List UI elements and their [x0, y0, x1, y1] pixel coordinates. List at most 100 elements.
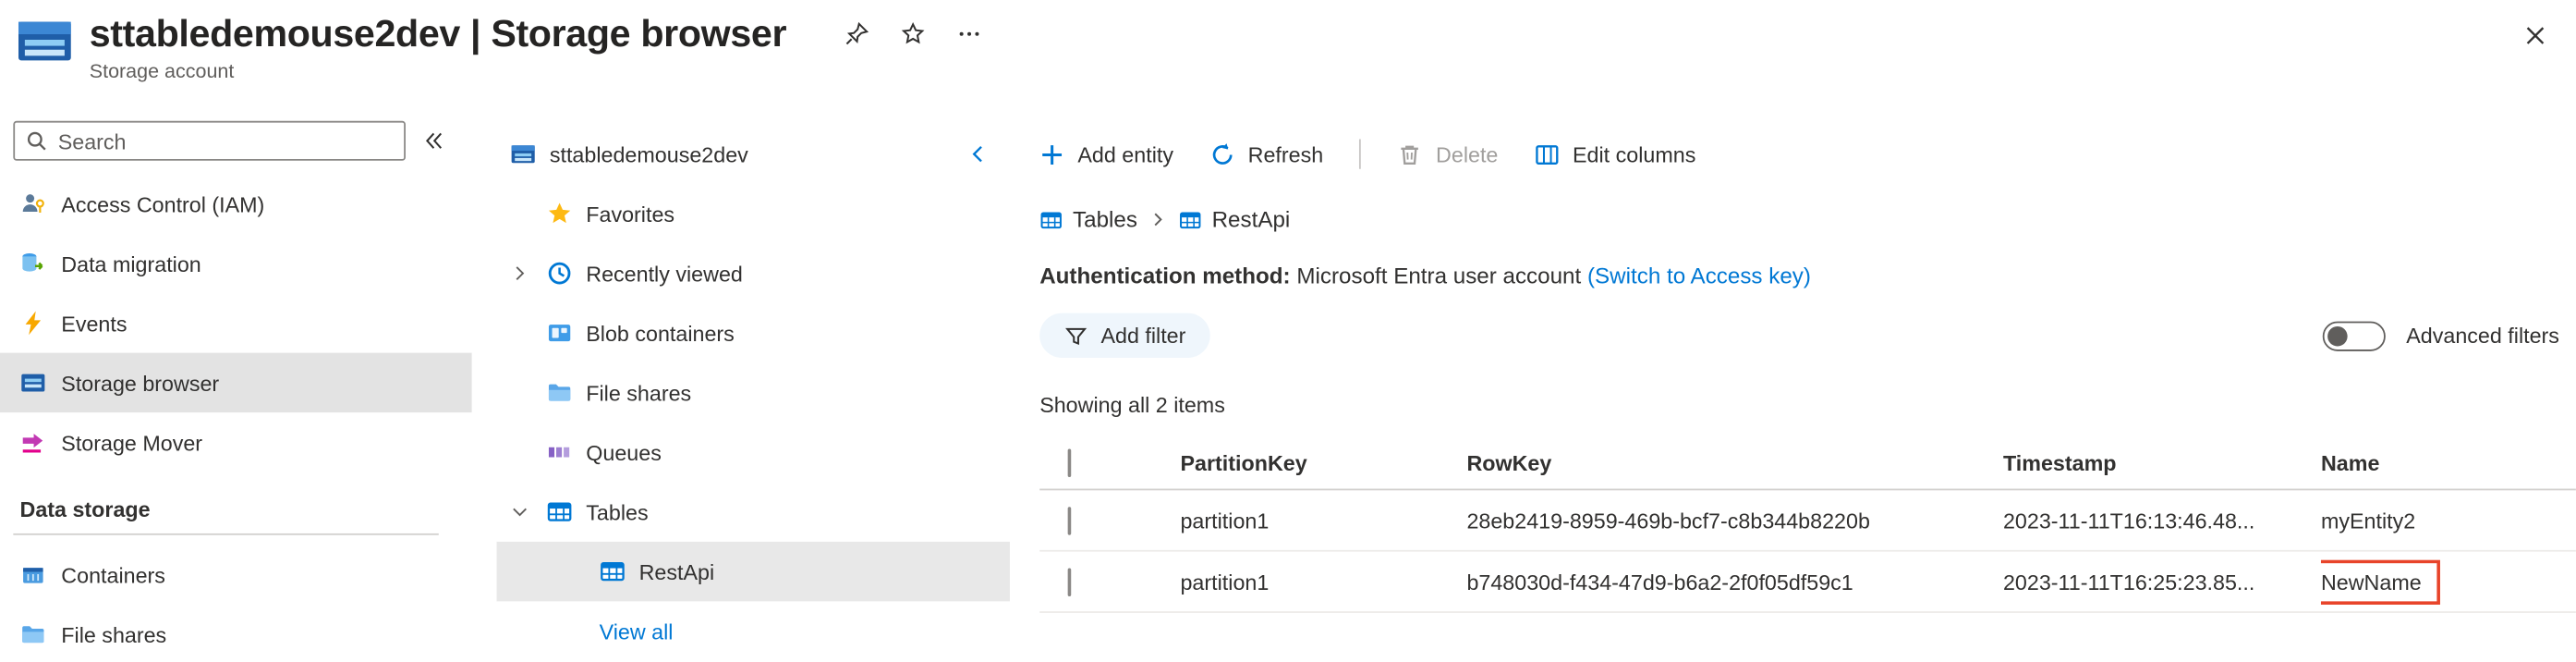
storage-browser-window: sttabledemouse2dev | Storage browser Sto… — [0, 0, 2576, 662]
recently-viewed-clock-icon — [546, 260, 573, 287]
tables-icon — [546, 498, 573, 525]
column-header-partitionkey[interactable]: PartitionKey — [1180, 449, 1466, 474]
breadcrumb-tables[interactable]: Tables — [1039, 207, 1137, 232]
auth-method-value: Microsoft Entra user account — [1296, 263, 1582, 288]
refresh-label: Refresh — [1247, 141, 1324, 167]
search-input[interactable] — [15, 122, 405, 160]
sidebar-item-label: Access Control (IAM) — [61, 190, 265, 216]
advanced-filters-group: Advanced filters — [2321, 320, 2559, 350]
column-header-name[interactable]: Name — [2321, 449, 2576, 474]
sidebar-item-data-migration[interactable]: Data migration — [0, 234, 472, 294]
tree-item-queues[interactable]: Queues — [497, 423, 1010, 483]
iam-person-icon — [20, 190, 47, 217]
add-entity-button[interactable]: Add entity — [1039, 141, 1173, 166]
tree-item-restapi[interactable]: RestApi — [496, 541, 1010, 602]
storage-account-small-icon — [510, 141, 537, 167]
table-icon — [1039, 208, 1063, 231]
containers-icon — [20, 561, 47, 588]
more-options-icon[interactable] — [952, 18, 985, 51]
advanced-filters-toggle[interactable] — [2321, 320, 2385, 350]
data-migration-icon — [20, 251, 47, 277]
sidebar-divider — [13, 533, 439, 535]
file-shares-folder-icon — [546, 379, 573, 406]
table-row[interactable]: partition1 b748030d-f434-47d9-b6a2-2f0f0… — [1039, 552, 2576, 613]
breadcrumb: Tables RestApi — [1039, 207, 2576, 232]
table-icon — [1179, 208, 1202, 231]
sidebar-section-data-storage: Data storage — [19, 496, 151, 522]
highlight-annotation-box: NewName — [2320, 558, 2440, 605]
add-icon — [1039, 141, 1064, 166]
add-filter-button[interactable]: Add filter — [1039, 313, 1211, 359]
tree-item-tables[interactable]: Tables — [497, 482, 1010, 542]
sidebar-item-storage-browser[interactable]: Storage browser — [0, 352, 472, 413]
select-all-checkbox[interactable] — [1067, 447, 1072, 477]
row-checkbox[interactable] — [1067, 506, 1072, 534]
items-count-status: Showing all 2 items — [1039, 392, 1225, 418]
tree-item-blob-containers[interactable]: Blob containers — [497, 303, 1010, 363]
tree-item-label: Recently viewed — [586, 261, 743, 287]
switch-access-key-link[interactable]: (Switch to Access key) — [1587, 264, 1811, 288]
column-header-rowkey[interactable]: RowKey — [1466, 449, 2003, 474]
tree-item-recently-viewed[interactable]: Recently viewed — [497, 243, 1010, 303]
toolbar-divider — [1359, 139, 1362, 169]
blade-actions — [839, 18, 985, 51]
tree-item-label: Favorites — [586, 201, 675, 227]
sidebar-item-label: Events — [61, 310, 128, 336]
storage-browser-tree: sttabledemouse2dev Favorites Recently vi… — [496, 107, 1010, 662]
cell-name: myEntity2 — [2320, 508, 2416, 533]
breadcrumb-label: RestApi — [1211, 206, 1291, 232]
cell-partitionkey: partition1 — [1180, 569, 1270, 595]
chevron-right-icon[interactable] — [510, 264, 546, 284]
add-filter-label: Add filter — [1100, 323, 1186, 349]
tree-item-file-shares[interactable]: File shares — [497, 362, 1010, 423]
view-all-link[interactable]: View all — [497, 601, 1010, 661]
storage-mover-icon — [20, 429, 47, 456]
resource-menu-sidebar: Access Control (IAM) Data migration Even… — [0, 107, 472, 662]
edit-columns-button[interactable]: Edit columns — [1535, 141, 1695, 166]
search-icon — [25, 129, 48, 161]
chevron-down-icon[interactable] — [510, 502, 546, 522]
blade-header: sttabledemouse2dev | Storage browser Sto… — [0, 0, 2576, 107]
refresh-icon — [1209, 141, 1234, 166]
delete-button[interactable]: Delete — [1398, 141, 1499, 167]
advanced-filters-label: Advanced filters — [2406, 323, 2559, 349]
sidebar-item-storage-mover[interactable]: Storage Mover — [0, 412, 472, 472]
sidebar-item-access-control-iam[interactable]: Access Control (IAM) — [0, 174, 472, 234]
storage-account-icon — [17, 15, 73, 65]
breadcrumb-restapi[interactable]: RestApi — [1179, 206, 1291, 232]
sidebar-item-events[interactable]: Events — [0, 293, 472, 353]
entities-pane: Add entity Refresh Delete Edit columns T… — [1010, 107, 2576, 662]
favorite-star-icon[interactable] — [895, 18, 929, 51]
sidebar-search-row — [0, 120, 472, 161]
page-title: sttabledemouse2dev | Storage browser — [89, 11, 787, 55]
sidebar-item-label: Data migration — [61, 251, 201, 276]
cell-timestamp: 2023-11-11T16:13:46.48... — [2002, 508, 2255, 533]
delete-label: Delete — [1436, 141, 1499, 167]
row-checkbox[interactable] — [1067, 567, 1072, 596]
sidebar-item-file-shares[interactable]: File shares — [0, 605, 472, 662]
pin-icon[interactable] — [839, 18, 872, 51]
authentication-line: Authentication method: Microsoft Entra u… — [1039, 264, 2576, 288]
entities-toolbar: Add entity Refresh Delete Edit columns — [1039, 131, 2576, 178]
table-row[interactable]: partition1 28eb2419-8959-469b-bcf7-c8b34… — [1039, 490, 2576, 552]
collapse-sidebar-icon[interactable] — [422, 129, 445, 153]
breadcrumb-chevron-icon — [1148, 211, 1167, 229]
folder-icon — [20, 621, 47, 648]
chevron-left-icon[interactable] — [966, 142, 990, 166]
tree-root-storage-account[interactable]: sttabledemouse2dev — [497, 124, 1010, 184]
tree-item-favorites[interactable]: Favorites — [497, 184, 1010, 244]
sidebar-item-containers[interactable]: Containers — [0, 545, 472, 605]
toggle-knob — [2327, 325, 2347, 346]
table-header-row: PartitionKey RowKey Timestamp Name — [1039, 435, 2576, 491]
sidebar-search-box — [13, 120, 406, 161]
favorites-star-icon — [546, 201, 573, 227]
breadcrumb-label: Tables — [1073, 206, 1137, 232]
tree-root-label: sttabledemouse2dev — [549, 141, 748, 167]
close-icon[interactable] — [2516, 17, 2552, 53]
refresh-button[interactable]: Refresh — [1209, 141, 1323, 166]
sidebar-item-label: Storage browser — [61, 370, 220, 396]
tree-item-label: Blob containers — [586, 320, 735, 346]
tree-item-label: Tables — [586, 499, 649, 525]
cell-rowkey: 28eb2419-8959-469b-bcf7-c8b344b8220b — [1466, 508, 1870, 533]
column-header-timestamp[interactable]: Timestamp — [2003, 449, 2321, 474]
